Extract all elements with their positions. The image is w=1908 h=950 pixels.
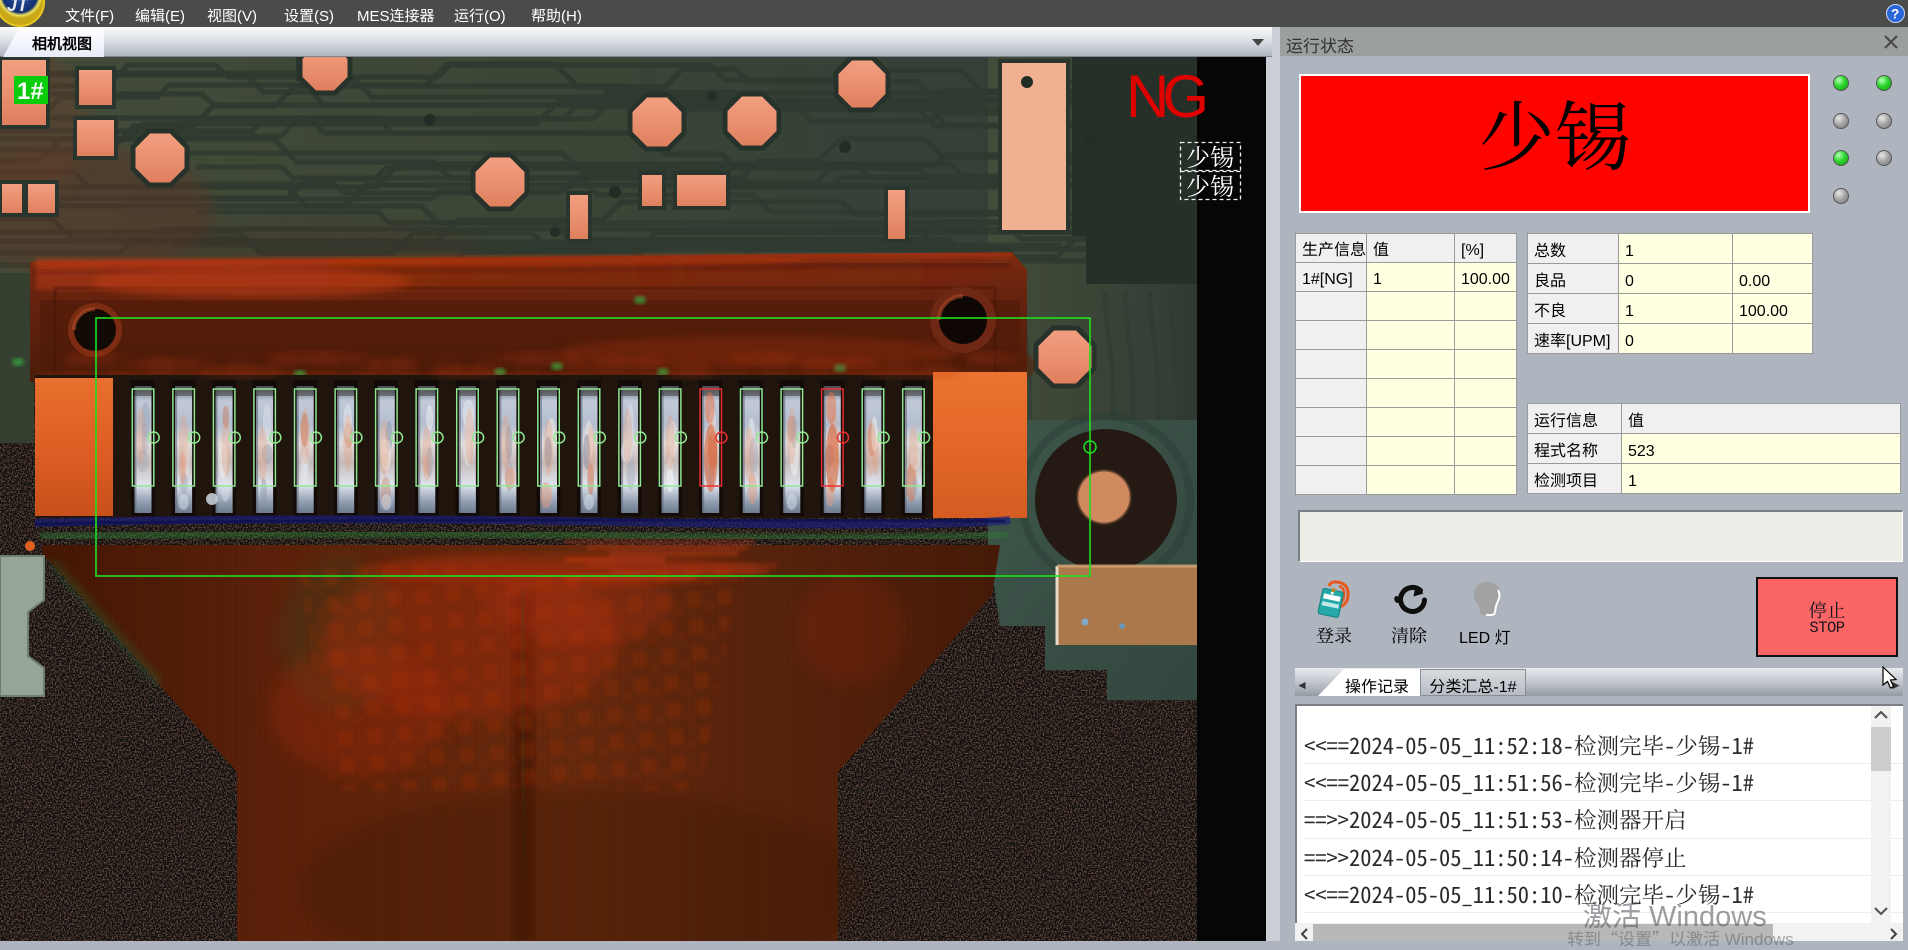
svg-text:少锡: 少锡: [1186, 167, 1234, 202]
svg-text:JT: JT: [7, 0, 30, 15]
svg-text:1#: 1#: [17, 78, 44, 105]
svg-text:NG: NG: [1126, 63, 1206, 130]
svg-text:?: ?: [1891, 7, 1899, 22]
